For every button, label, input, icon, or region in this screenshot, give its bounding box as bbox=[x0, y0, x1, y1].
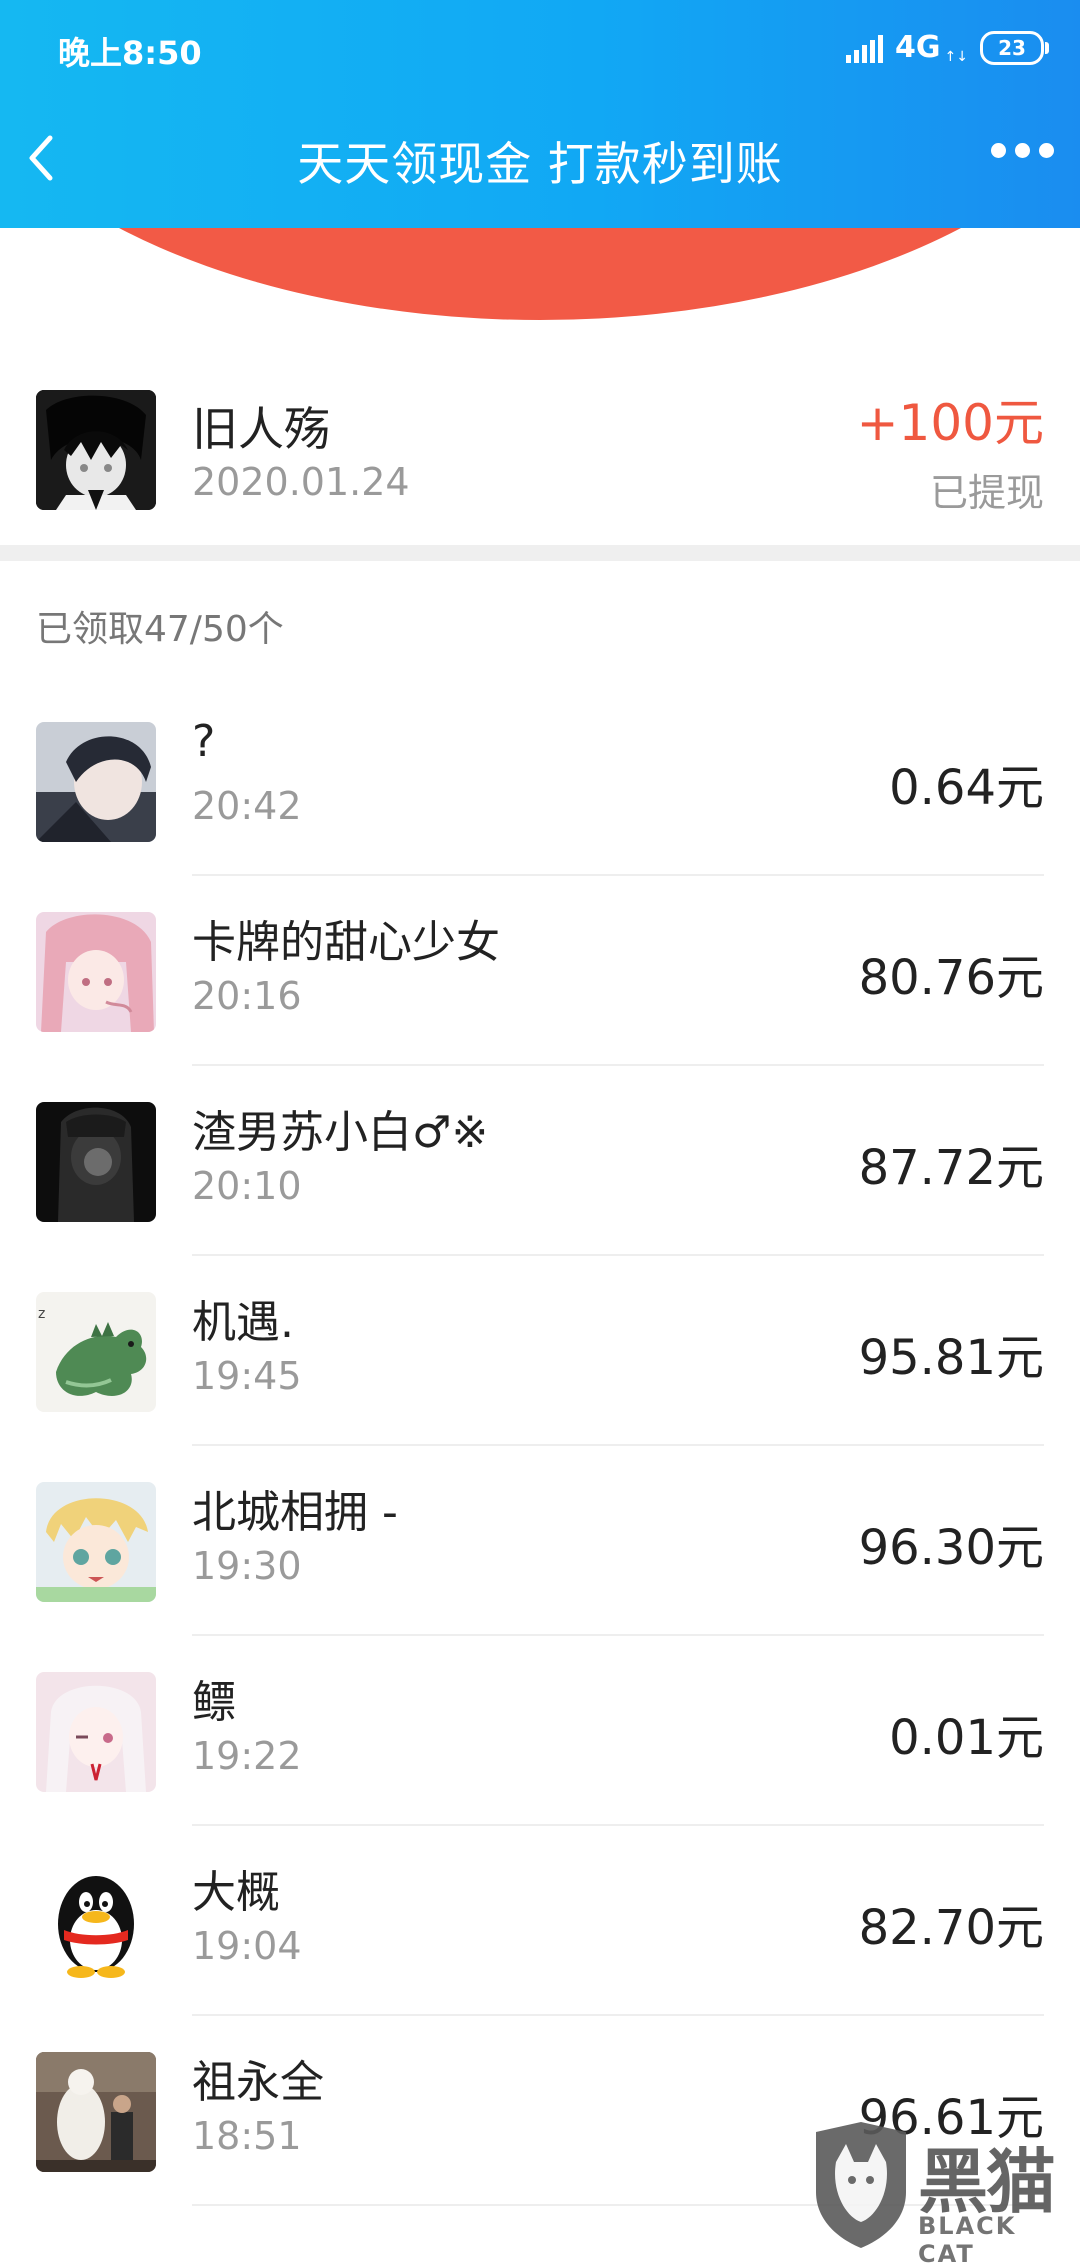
owner-name: 旧人殇 bbox=[192, 402, 330, 456]
signal-icon bbox=[846, 33, 884, 63]
record-name: 机遇. bbox=[192, 1297, 294, 1348]
record-amount: 96.30元 bbox=[858, 1520, 1044, 1576]
row-divider bbox=[192, 1634, 1044, 1636]
claimed-count: 已领取47/50个 bbox=[36, 609, 284, 650]
record-name: 卡牌的甜心少女 bbox=[192, 917, 500, 968]
record-name: 大概 bbox=[192, 1867, 280, 1918]
battery-icon: 23 bbox=[980, 30, 1049, 65]
list-item: 卡牌的甜心少女 20:16 80.76元 bbox=[0, 912, 1080, 1102]
svg-text:z: z bbox=[38, 1306, 45, 1322]
record-time: 18:51 bbox=[192, 2114, 302, 2158]
status-indicators: 4G ↑↓ 23 bbox=[846, 30, 1049, 65]
row-divider bbox=[192, 1064, 1044, 1066]
black-cat-shield-icon bbox=[816, 2122, 906, 2248]
status-time: 晚上8:50 bbox=[58, 34, 202, 72]
record-name: 祖永全 bbox=[192, 2057, 324, 2108]
owner-date: 2020.01.24 bbox=[192, 460, 410, 504]
record-time: 20:10 bbox=[192, 1164, 302, 1208]
page-title: 天天领现金 打款秒到账 bbox=[297, 137, 783, 191]
green-dinosaur-avatar: z bbox=[36, 1292, 156, 1412]
section-divider bbox=[0, 545, 1080, 561]
list-item: 渣男苏小白♂※ 20:10 87.72元 bbox=[0, 1102, 1080, 1292]
record-amount: 82.70元 bbox=[858, 1900, 1044, 1956]
anime-girl-pink-avatar bbox=[36, 912, 156, 1032]
row-divider bbox=[192, 874, 1044, 876]
polar-bear-photo-avatar bbox=[36, 2052, 156, 2172]
red-envelope-arc bbox=[0, 228, 1080, 320]
list-item: z 机遇. 19:45 95.81元 bbox=[0, 1292, 1080, 1482]
list-item: 鳔 19:22 0.01元 bbox=[0, 1672, 1080, 1862]
network-type: 4G bbox=[895, 30, 941, 65]
anime-blonde-boy-avatar bbox=[36, 1482, 156, 1602]
black-cat-watermark: 黑猫 BLACK CAT bbox=[800, 2122, 1080, 2268]
record-name: 北城相拥 - bbox=[192, 1487, 398, 1538]
record-amount: 0.01元 bbox=[889, 1710, 1044, 1766]
record-time: 20:42 bbox=[192, 784, 302, 828]
anime-boy-avatar bbox=[36, 722, 156, 842]
owner-avatar bbox=[36, 390, 156, 510]
more-options-icon[interactable] bbox=[991, 143, 1054, 158]
anime-white-hair-girl-avatar bbox=[36, 1672, 156, 1792]
owner-amount: +100元 bbox=[856, 394, 1044, 452]
list-item: 北城相拥 - 19:30 96.30元 bbox=[0, 1482, 1080, 1672]
record-time: 19:45 bbox=[192, 1354, 302, 1398]
record-time: 19:30 bbox=[192, 1544, 302, 1588]
row-divider bbox=[192, 1444, 1044, 1446]
row-divider bbox=[192, 1824, 1044, 1826]
record-time: 19:04 bbox=[192, 1924, 302, 1968]
record-amount: 95.81元 bbox=[858, 1330, 1044, 1386]
record-amount: 87.72元 bbox=[858, 1140, 1044, 1196]
row-divider bbox=[192, 2014, 1044, 2016]
record-time: 19:22 bbox=[192, 1734, 302, 1778]
row-divider bbox=[192, 1254, 1044, 1256]
watermark-sub-text: BLACK CAT bbox=[918, 2212, 1017, 2268]
dark-hooded-avatar bbox=[36, 1102, 156, 1222]
record-time: 20:16 bbox=[192, 974, 302, 1018]
record-name: 渣男苏小白♂※ bbox=[192, 1107, 489, 1158]
record-amount: 80.76元 bbox=[858, 950, 1044, 1006]
record-amount: 0.64元 bbox=[889, 760, 1044, 816]
record-name: ? bbox=[192, 716, 216, 767]
list-item: ? 20:42 0.64元 bbox=[0, 716, 1080, 912]
list-item: 大概 19:04 82.70元 bbox=[0, 1862, 1080, 2052]
record-name: 鳔 bbox=[192, 1677, 236, 1728]
data-arrows-icon: ↑↓ bbox=[944, 49, 968, 65]
withdrawn-status: 已提现 bbox=[929, 471, 1044, 515]
qq-penguin-avatar bbox=[36, 1862, 156, 1982]
header-bar: 晚上8:50 4G ↑↓ 23 天天领现金 打款秒到账 bbox=[0, 0, 1080, 228]
